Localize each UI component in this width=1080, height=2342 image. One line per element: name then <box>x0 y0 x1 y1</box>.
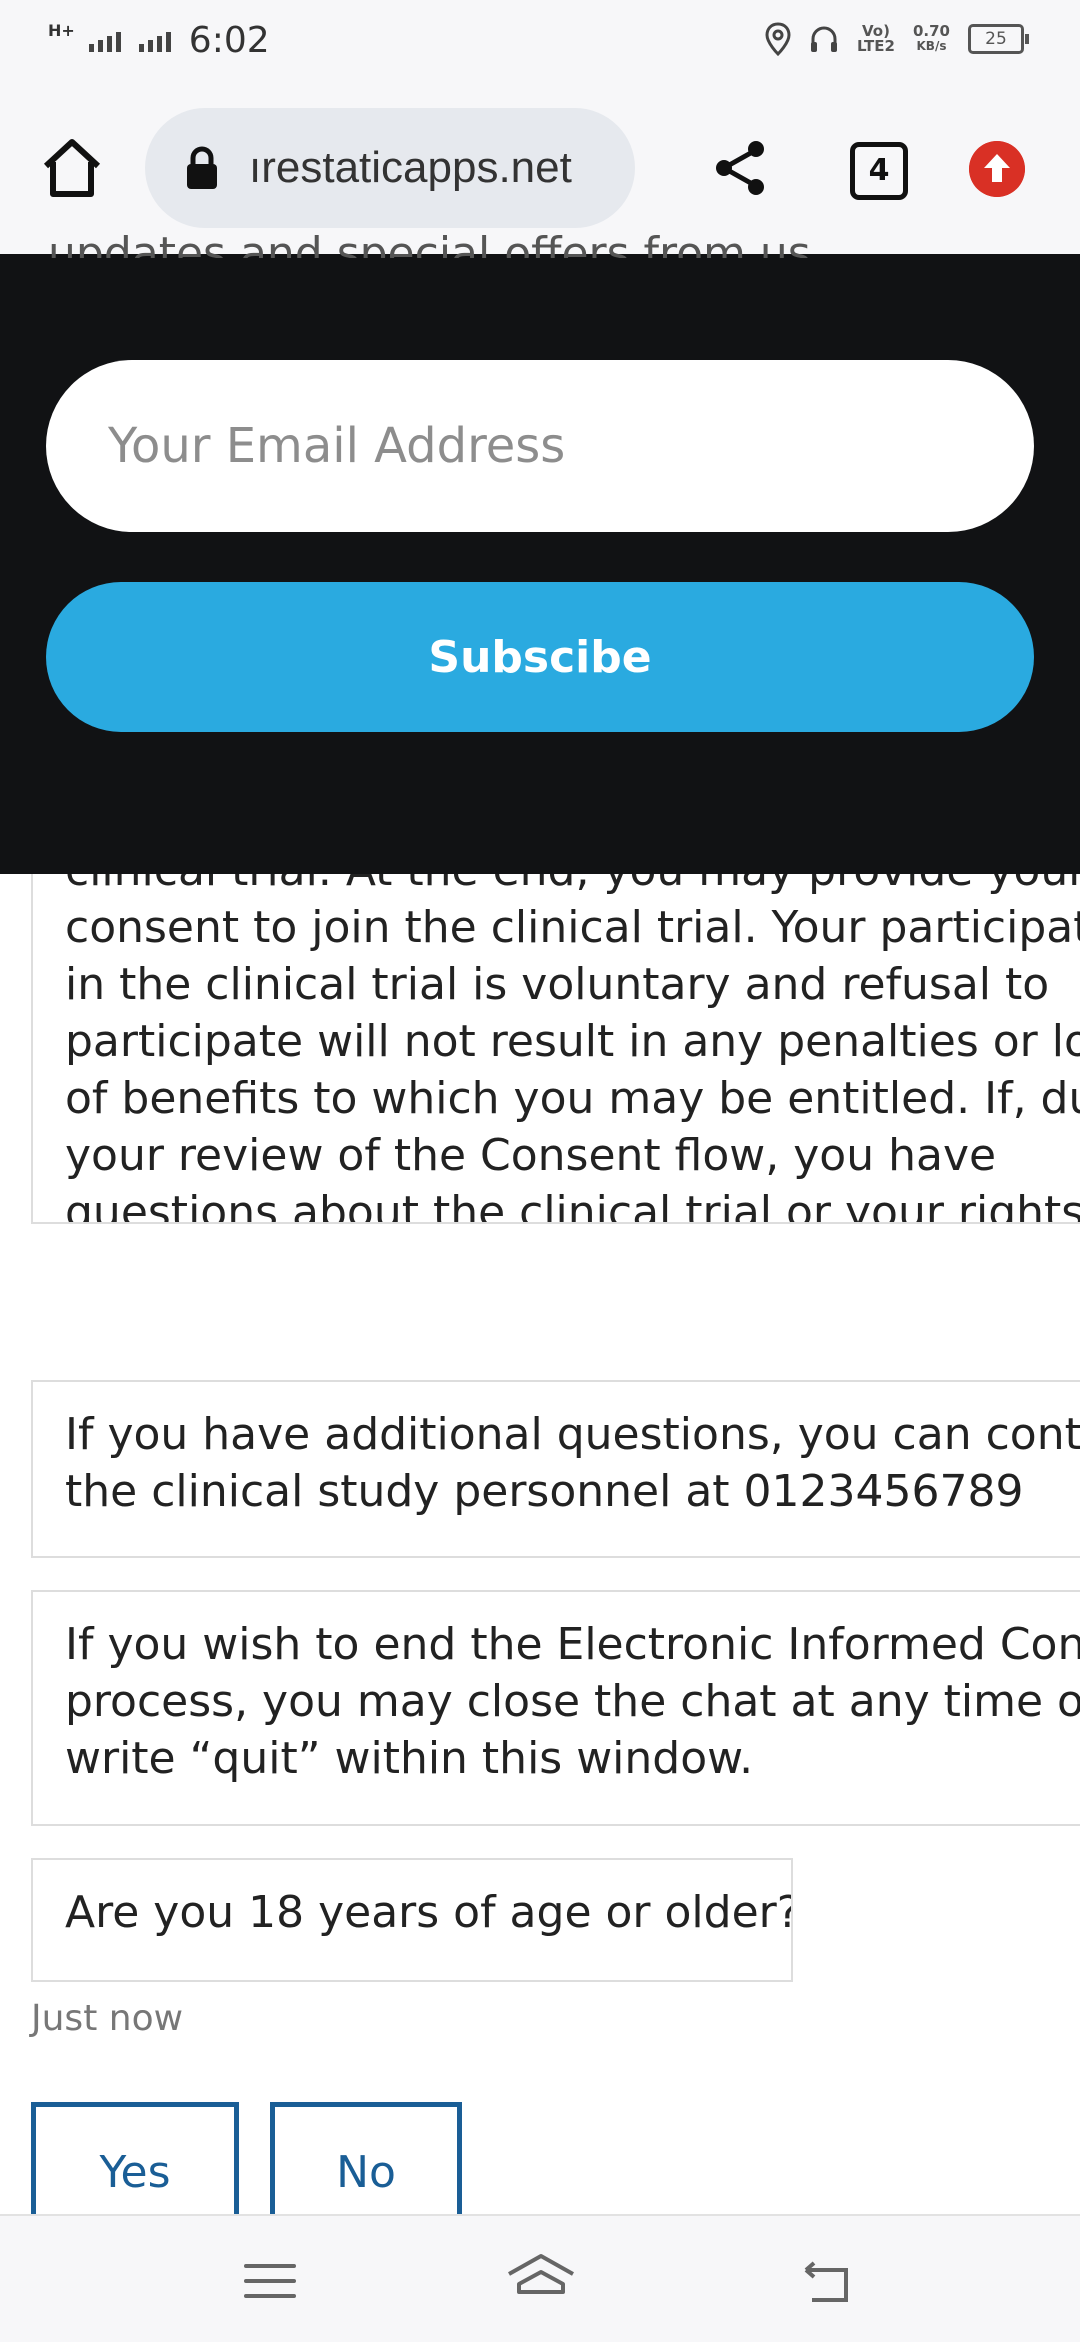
menu-icon[interactable] <box>244 2264 296 2309</box>
signal-2-icon <box>138 30 171 52</box>
battery-icon: 25 <box>968 24 1029 54</box>
yes-button[interactable]: Yes <box>31 2102 239 2214</box>
chat-area: clinical trial. At the end, you may prov… <box>0 874 1080 2214</box>
network-type: H+ <box>48 21 75 40</box>
lock-icon <box>187 146 217 189</box>
panel-cut-text: updates and special offers from us. <box>48 228 825 258</box>
subscribe-button[interactable]: Subscibe <box>46 582 1034 732</box>
signal-icon <box>88 30 121 52</box>
status-left: H+ 6:02 <box>48 20 270 61</box>
headphones-icon <box>810 26 837 52</box>
chat-message: clinical trial. At the end, you may prov… <box>31 874 1080 1224</box>
tab-switcher-button[interactable]: 4 <box>850 142 908 200</box>
clock: 6:02 <box>188 20 270 61</box>
no-button[interactable]: No <box>270 2102 462 2214</box>
update-icon[interactable] <box>969 141 1025 197</box>
status-right: Vo) LTE2 0.70 KB/s 25 <box>765 22 1029 56</box>
home-icon[interactable] <box>40 136 104 200</box>
chat-message: If you wish to end the Electronic Inform… <box>31 1590 1080 1826</box>
status-bar: H+ 6:02 Vo) LTE2 0.70 KB/s 25 <box>0 0 1080 84</box>
url-bar[interactable]: ırestaticapps.net <box>145 108 635 228</box>
system-nav-bar <box>0 2214 1080 2342</box>
email-field[interactable] <box>46 360 1034 532</box>
data-speed: 0.70 KB/s <box>912 22 950 54</box>
share-icon[interactable] <box>710 138 770 198</box>
subscribe-panel: updates and special offers from us. Subs… <box>0 228 1080 874</box>
volte-indicator: Vo) LTE2 <box>856 22 895 55</box>
message-timestamp: Just now <box>31 1998 184 2039</box>
chat-message: If you have additional questions, you ca… <box>31 1380 1080 1558</box>
location-icon <box>765 22 791 56</box>
chat-message-question: Are you 18 years of age or older? <box>31 1858 793 1982</box>
url-text: ırestaticapps.net <box>249 143 572 192</box>
nav-home-icon[interactable] <box>505 2252 577 2312</box>
back-icon[interactable] <box>798 2256 854 2312</box>
